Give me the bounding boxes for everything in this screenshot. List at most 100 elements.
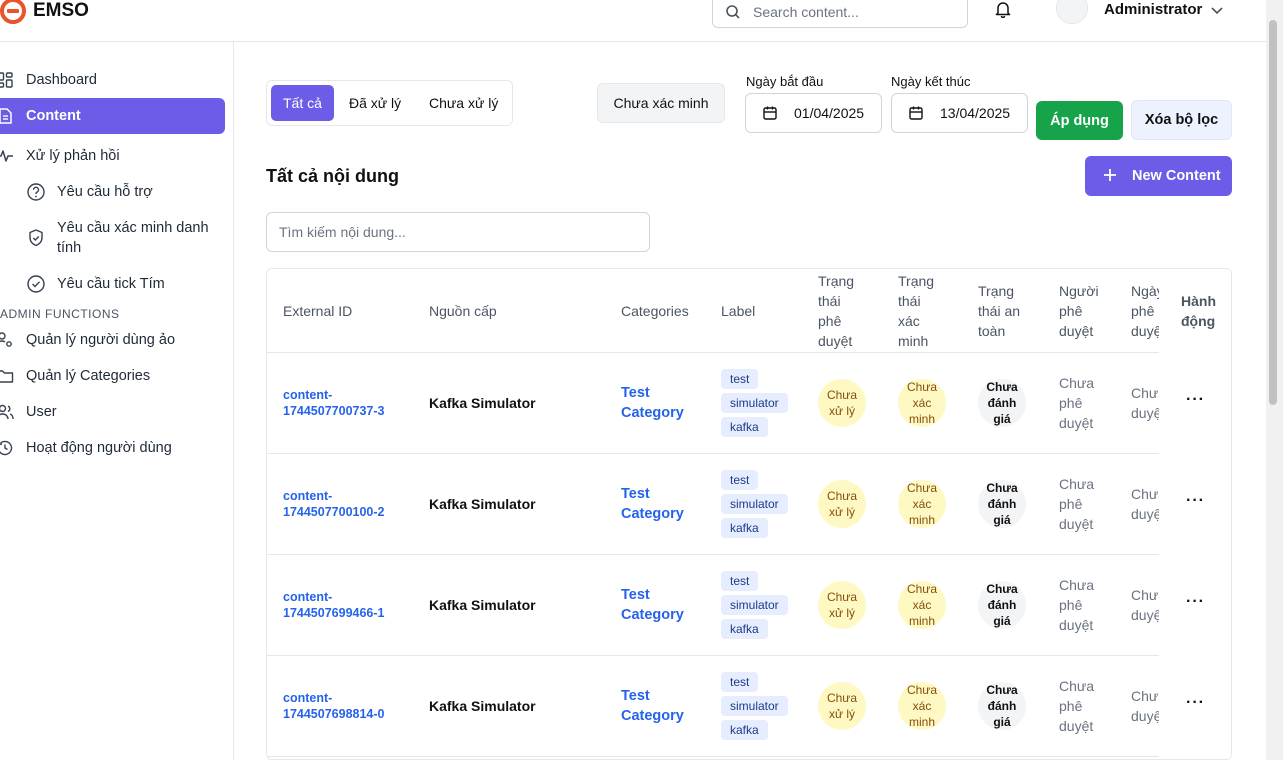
bell-icon[interactable]: [994, 0, 1012, 18]
page-title: Tất cả nội dung: [266, 166, 399, 186]
more-actions-icon[interactable]: ···: [1186, 593, 1205, 611]
sidebar-item-label: Quản lý người dùng ảo: [26, 332, 176, 348]
end-date-value: 13/04/2025: [940, 105, 1011, 121]
tab-unprocessed[interactable]: Chưa xử lý: [417, 85, 510, 121]
help-circle-icon: [27, 183, 45, 201]
scrollbar-thumb[interactable]: [1269, 20, 1277, 405]
start-date-value: 01/04/2025: [794, 105, 865, 121]
action-column: [1159, 269, 1231, 759]
top-header: EMSO Administrator: [0, 0, 1266, 42]
external-id-link[interactable]: content- 1744507700100-2: [283, 488, 385, 520]
brand-name: EMSO: [33, 0, 89, 21]
source-cell: Kafka Simulator: [429, 597, 536, 613]
approver-cell: Chưa phê duyệt: [1059, 577, 1095, 633]
apply-button[interactable]: Áp dụng: [1036, 101, 1123, 140]
users-cog-icon: [0, 332, 12, 347]
column-header-source: Nguồn cấp: [429, 303, 497, 319]
end-date-field[interactable]: 13/04/2025: [891, 93, 1028, 133]
brand-logo[interactable]: EMSO: [0, 0, 89, 24]
calendar-icon: [909, 106, 923, 120]
sidebar-item-label: Content: [26, 108, 81, 124]
dashboard-icon: [0, 72, 13, 88]
more-actions-icon[interactable]: ···: [1186, 391, 1205, 409]
sidebar-item-feedback[interactable]: Xử lý phản hồi: [0, 138, 225, 174]
new-content-label: New Content: [1132, 168, 1221, 184]
label-tags: test simulator kafka: [721, 571, 801, 641]
tag: kafka: [721, 417, 768, 437]
tab-processed[interactable]: Đã xử lý: [337, 85, 413, 121]
more-actions-icon[interactable]: ···: [1186, 492, 1205, 510]
table-row[interactable]: content- 1744507700737-3 Kafka Simulator Te…: [267, 353, 1159, 454]
tag: simulator: [721, 494, 788, 514]
approval-status-badge: Chưa xử lý: [818, 581, 866, 629]
safety-status-badge: Chưa đánh giá: [978, 480, 1026, 528]
tag: test: [721, 672, 759, 692]
verification-status-badge: Chưa xác minh: [898, 379, 946, 427]
sidebar-item-user[interactable]: User: [0, 394, 225, 430]
sidebar-item-dashboard[interactable]: Dashboard: [0, 62, 225, 98]
approved-date-cell: Chưaduyệ: [1131, 486, 1159, 522]
table-row[interactable]: content- 1744507700100-2 Kafka Simulator Te…: [267, 454, 1159, 555]
clear-filter-button[interactable]: Xóa bộ lọc: [1131, 100, 1232, 140]
more-actions-icon[interactable]: ···: [1186, 694, 1205, 712]
external-id-link[interactable]: content- 1744507699466-1: [283, 589, 385, 621]
plus-icon: [1104, 169, 1116, 181]
start-date-field[interactable]: 01/04/2025: [745, 93, 882, 133]
user-name[interactable]: Administrator: [1104, 1, 1202, 18]
approved-date-cell: Chưaduyệ: [1131, 688, 1159, 724]
users-icon: [0, 404, 14, 420]
source-cell: Kafka Simulator: [429, 395, 536, 411]
avatar[interactable]: [1056, 0, 1088, 24]
approver-cell: Chưa phê duyệt: [1059, 476, 1095, 532]
tag: simulator: [721, 595, 788, 615]
label-tags: test simulator kafka: [721, 672, 801, 742]
sidebar-item-categories[interactable]: Quản lý Categories: [0, 358, 225, 394]
verification-status-badge: Chưa xác minh: [898, 682, 946, 730]
section-label-admin: ADMIN FUNCTIONS: [0, 307, 120, 321]
global-search[interactable]: [712, 0, 968, 28]
tag: kafka: [721, 518, 768, 538]
category-link[interactable]: Test Category: [621, 484, 684, 524]
external-id-link[interactable]: content- 1744507698814-0: [283, 690, 385, 722]
safety-status-badge: Chưa đánh giá: [978, 379, 1026, 427]
folder-icon: [0, 370, 14, 383]
column-header-approver: Người phê duyệt: [1059, 283, 1099, 339]
document-icon: [0, 108, 12, 124]
external-id-link[interactable]: content- 1744507700737-3: [283, 387, 385, 419]
unverified-filter-button[interactable]: Chưa xác minh: [597, 83, 725, 123]
page-scrollbar[interactable]: [1266, 0, 1283, 760]
sidebar-item-user-activity[interactable]: Hoạt động người dùng: [0, 430, 225, 466]
verification-status-badge: Chưa xác minh: [898, 480, 946, 528]
sidebar-item-label: Yêu cầu xác minh danh tính: [57, 220, 209, 256]
tab-all[interactable]: Tất cả: [271, 85, 334, 121]
sidebar-item-label: Yêu cầu tick Tím: [57, 276, 165, 292]
tag: test: [721, 369, 759, 389]
chevron-down-icon[interactable]: [1210, 3, 1224, 17]
tag: test: [721, 571, 759, 591]
category-link[interactable]: Test Category: [621, 585, 684, 625]
sidebar-item-virtual-users[interactable]: Quản lý người dùng ảo: [0, 322, 225, 358]
column-header-verification-status: Trạng thái xác minh: [898, 273, 935, 349]
tag: simulator: [721, 393, 788, 413]
sidebar-item-label: Xử lý phản hồi: [26, 148, 120, 164]
table-row[interactable]: content- 1744507698814-0 Kafka Simulator Te…: [267, 656, 1159, 757]
sidebar-item-content[interactable]: Content: [0, 98, 225, 134]
column-header-categories: Categories: [621, 303, 689, 319]
content-search-input[interactable]: [266, 212, 650, 252]
approver-cell: Chưa phê duyệt: [1059, 678, 1095, 734]
tag: simulator: [721, 696, 788, 716]
shield-check-icon: [29, 229, 43, 247]
approval-status-badge: Chưa xử lý: [818, 379, 866, 427]
column-header-approval-status: Trạng thái phê duyệt: [818, 273, 855, 349]
tag: test: [721, 470, 759, 490]
sidebar-item-label: Yêu cầu hỗ trợ: [57, 184, 153, 200]
sidebar-item-label: Dashboard: [26, 72, 97, 88]
sidebar-item-label: Quản lý Categories: [26, 368, 151, 384]
search-input[interactable]: [753, 4, 943, 20]
table-row[interactable]: content- 1744507699466-1 Kafka Simulator Te…: [267, 555, 1159, 656]
new-content-button[interactable]: New Content: [1085, 156, 1232, 196]
category-link[interactable]: Test Category: [621, 686, 684, 726]
label-tags: test simulator kafka: [721, 470, 801, 540]
category-link[interactable]: Test Category: [621, 383, 684, 423]
sidebar-item-label: User: [26, 404, 57, 420]
